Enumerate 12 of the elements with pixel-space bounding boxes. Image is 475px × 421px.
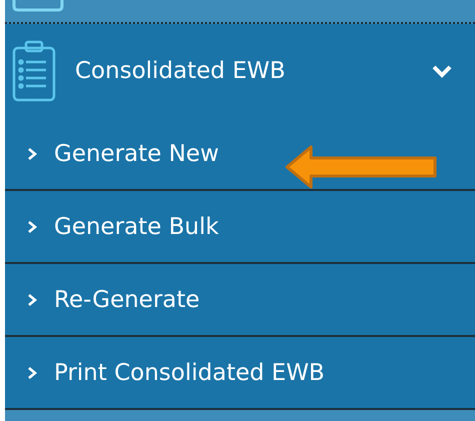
arrow-annotation-icon bbox=[283, 144, 439, 190]
chevron-icon bbox=[27, 366, 38, 380]
menu-header[interactable]: Consolidated EWB bbox=[5, 24, 475, 118]
chevron-icon bbox=[431, 64, 453, 78]
menu-label: Consolidated EWB bbox=[75, 58, 286, 84]
chevron-icon bbox=[27, 220, 38, 234]
chevron-icon bbox=[27, 146, 38, 160]
submenu-item[interactable]: Re-Generate bbox=[5, 264, 475, 337]
chevron-icon bbox=[27, 292, 38, 306]
clipboard-icon bbox=[11, 40, 57, 102]
submenu-item[interactable]: Generate Bulk bbox=[5, 191, 475, 264]
icon-fragment-icon bbox=[12, 0, 64, 12]
